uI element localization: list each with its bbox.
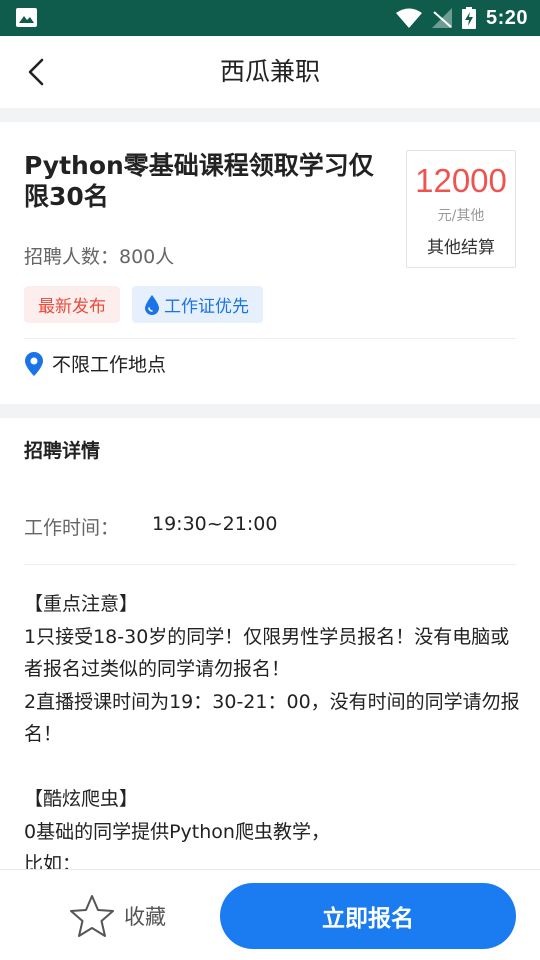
tag-new-release-label: 最新发布 (38, 297, 106, 317)
tag-new-release: 最新发布 (24, 286, 120, 323)
location: 不限工作地点 (24, 350, 166, 377)
description-line: 【重点注意】 (24, 593, 139, 615)
favorite-button[interactable]: 收藏 (68, 892, 166, 940)
favorite-label: 收藏 (124, 905, 166, 929)
description-line: 1只接受18-30岁的同学！仅限男性学员报名！没有电脑或者报名过类似的同学请勿报… (24, 625, 510, 681)
salary-settlement: 其他结算 (427, 238, 495, 258)
water-drop-icon (145, 294, 159, 315)
job-summary-card: Python零基础课程领取学习仅限30名 12000 元/其他 其他结算 招聘人… (0, 122, 540, 404)
tag-work-cert: 工作证优先 (132, 286, 263, 323)
battery-charging-icon (461, 7, 476, 29)
bottom-action-bar: 收藏 立即报名 (0, 869, 540, 960)
tag-work-cert-label: 工作证优先 (164, 297, 249, 317)
wifi-icon (395, 8, 422, 28)
recruitment-detail: 招聘详情 工作时间： 19:30~21:00 【重点注意】 1只接受18-30岁… (0, 418, 540, 870)
headcount: 招聘人数：800人 (24, 246, 175, 268)
status-time: 5:20 (485, 6, 528, 29)
description-line (24, 751, 524, 784)
work-time-label: 工作时间： (24, 517, 120, 539)
divider (24, 564, 516, 565)
apply-button[interactable]: 立即报名 (220, 883, 516, 949)
section-gap (0, 404, 540, 418)
description-line: 【酷炫爬虫】 (24, 788, 139, 810)
location-label: 不限工作地点 (52, 354, 167, 376)
location-pin-icon (25, 351, 43, 376)
work-time-row: 工作时间： 19:30~21:00 (24, 513, 277, 540)
divider (24, 338, 516, 339)
detail-title: 招聘详情 (24, 440, 101, 462)
job-description: 【重点注意】 1只接受18-30岁的同学！仅限男性学员报名！没有电脑或者报名过类… (24, 588, 524, 870)
description-line: 0基础的同学提供Python爬虫教学， (24, 820, 330, 843)
salary-unit: 元/其他 (437, 208, 485, 224)
title-bar: 西瓜兼职 (0, 36, 540, 108)
gallery-notification-icon (16, 8, 37, 27)
status-bar: 5:20 (0, 0, 540, 36)
job-title: Python零基础课程领取学习仅限30名 (24, 151, 374, 211)
description-line: 比如： (24, 853, 82, 870)
page-title: 西瓜兼职 (219, 57, 320, 86)
salary-amount: 12000 (415, 162, 507, 199)
section-gap (0, 108, 540, 122)
work-time-value: 19:30~21:00 (152, 513, 278, 535)
description-line: 2直播授课时间为19：30-21：00，没有时间的同学请勿报名！ (24, 690, 520, 746)
star-icon (70, 895, 114, 937)
tag-list: 最新发布 工作证优先 (24, 286, 263, 323)
no-signal-icon (431, 8, 452, 28)
salary-box: 12000 元/其他 其他结算 (406, 150, 516, 268)
